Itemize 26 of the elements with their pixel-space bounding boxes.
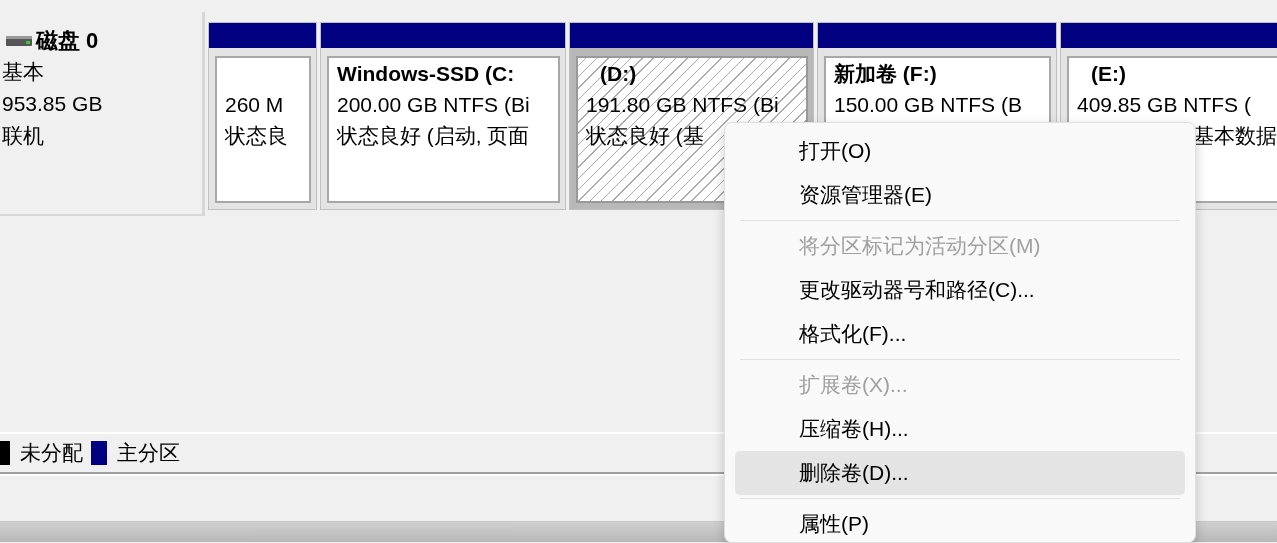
volume-status: 状态良好 (启动, 页面 bbox=[337, 123, 531, 149]
disk-name: 磁盘 0 bbox=[36, 27, 99, 55]
volume-status: 状态良好 (基 bbox=[586, 123, 705, 149]
volume-title: 新加卷 (F:) bbox=[834, 62, 937, 85]
disk-type: 基本 bbox=[1, 59, 45, 85]
partition-block[interactable]: Windows-SSD (C: 200.00 GB NTFS (Bi 状态良好 (启动, 页面 bbox=[320, 22, 566, 210]
legend-label: 主分区 bbox=[117, 440, 180, 466]
menu-item[interactable]: 格式化(F)... bbox=[735, 312, 1185, 356]
volume-size: 409.85 GB NTFS ( bbox=[1077, 92, 1252, 118]
menu-item[interactable]: 压缩卷(H)... bbox=[735, 407, 1185, 451]
volume-size: 150.00 GB NTFS (B bbox=[834, 92, 1023, 118]
menu-item[interactable]: 属性(P) bbox=[735, 502, 1185, 542]
volume-status: 状态良 bbox=[225, 123, 289, 149]
partition-block[interactable]: 260 M 状态良 bbox=[208, 22, 317, 210]
volume-title: Windows-SSD (C: bbox=[337, 62, 515, 85]
volume-title: (D:) bbox=[599, 62, 637, 85]
volume-title: (E:) bbox=[1090, 62, 1126, 85]
volume-size: 191.80 GB NTFS (Bi bbox=[586, 92, 780, 118]
volume-size: 260 M bbox=[225, 92, 285, 118]
menu-item[interactable]: 删除卷(D)... bbox=[735, 451, 1185, 495]
volume-status: 基本数据 bbox=[1192, 123, 1277, 149]
legend-label: 未分配 bbox=[20, 440, 83, 466]
disk-size: 953.85 GB bbox=[1, 91, 104, 117]
volume-size: 200.00 GB NTFS (Bi bbox=[337, 92, 531, 118]
menu-item[interactable]: 更改驱动器号和路径(C)... bbox=[735, 268, 1185, 312]
disk-status: 联机 bbox=[1, 123, 45, 149]
